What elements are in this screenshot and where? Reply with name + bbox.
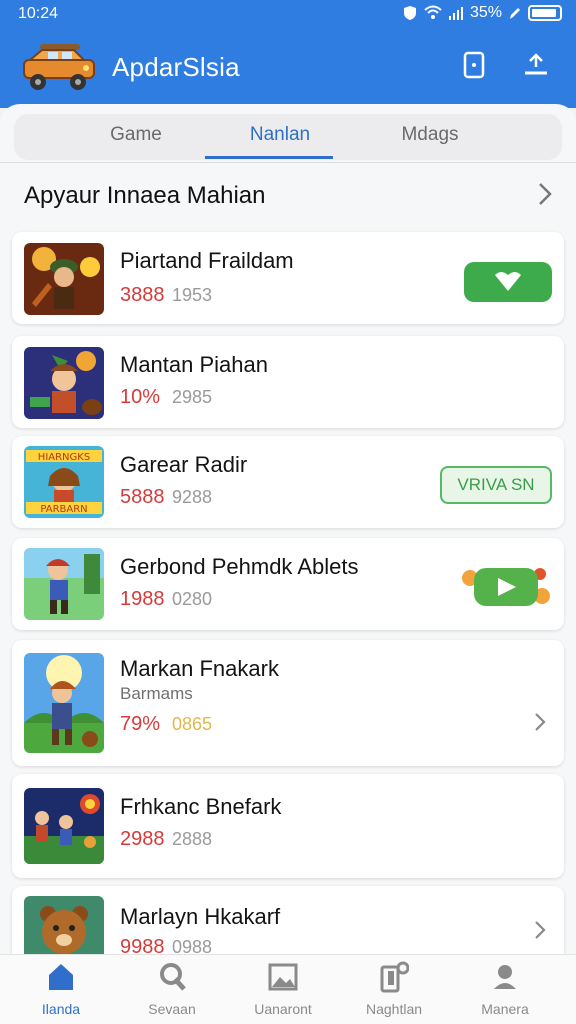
pencil-icon xyxy=(510,8,520,19)
upload-icon xyxy=(525,53,547,75)
list-item[interactable]: Markan Fnakark Barmams 79% 0865 xyxy=(12,640,564,766)
item-name: Mantan Piahan xyxy=(120,352,268,377)
svg-text:HIARNGKS: HIARNGKS xyxy=(38,452,90,463)
list-item[interactable]: Piartand Fraildam 3888 1953 xyxy=(12,232,564,324)
item-count: 0865 xyxy=(172,714,213,734)
download-button[interactable] xyxy=(464,262,552,302)
item-name: Frhkanc Bnefark xyxy=(120,794,282,819)
home-icon xyxy=(49,964,73,990)
nav-item-naghtlan[interactable]: Naghtlan xyxy=(339,961,449,1017)
nav-label: Ilanda xyxy=(41,1001,81,1017)
top-app-bar: 10:24 35% ApdarSlsia xyxy=(0,0,576,108)
device-icon xyxy=(463,51,485,79)
image-icon xyxy=(268,963,298,991)
nav-item-ilanda[interactable]: Ilanda xyxy=(6,961,116,1017)
app-title: ApdarSlsia xyxy=(112,52,240,82)
tab-mdags[interactable]: Mdags xyxy=(350,124,510,146)
list-item[interactable]: Mantan Piahan 10% 2985 xyxy=(12,336,564,428)
item-name: Markan Fnakark xyxy=(120,656,279,681)
battery-percent: 35% xyxy=(469,4,502,21)
nav-label: Sevaan xyxy=(148,1001,196,1017)
list-item[interactable]: HIARNGKS PARBARN Garear Radir 5888 9288 … xyxy=(12,436,564,528)
phone-apps-icon xyxy=(380,961,409,993)
action-button[interactable]: VRIVA SN xyxy=(440,466,552,504)
tabs-divider xyxy=(0,162,576,163)
game-thumbnail xyxy=(24,788,104,864)
item-subtitle: Barmams xyxy=(120,684,193,703)
chevron-right-icon[interactable] xyxy=(534,180,556,208)
svg-text:PARBARN: PARBARN xyxy=(40,504,87,515)
chevron-right-icon[interactable] xyxy=(532,918,548,942)
play-button[interactable] xyxy=(460,564,552,610)
tab-bar: Game Nanlan Mdags xyxy=(14,114,562,160)
chevron-right-icon[interactable] xyxy=(532,710,548,734)
status-icons: 35% xyxy=(402,4,562,22)
battery-icon xyxy=(528,5,562,21)
item-name: Gerbond Pehmdk Ablets xyxy=(120,554,359,579)
search-person-icon xyxy=(160,963,186,991)
game-thumbnail xyxy=(24,653,104,753)
nav-label: Naghtlan xyxy=(365,1001,423,1017)
nav-item-sevaan[interactable]: Sevaan xyxy=(117,961,227,1017)
game-thumbnail xyxy=(24,347,104,419)
bottom-navigation: Ilanda Sevaan Uanaront Naghtlan Manera xyxy=(0,954,576,1024)
item-percent: 3888 xyxy=(120,284,165,306)
list-item[interactable]: Frhkanc Bnefark 2988 2888 xyxy=(12,774,564,878)
game-thumbnail: HIARNGKS PARBARN xyxy=(24,446,104,518)
item-percent: 79% xyxy=(120,713,161,735)
nav-label: Uanaront xyxy=(254,1001,312,1017)
status-bar: 10:24 35% xyxy=(0,0,576,28)
tab-game[interactable]: Game xyxy=(56,124,216,146)
item-percent: 5888 xyxy=(120,486,165,508)
nav-label: Manera xyxy=(481,1001,529,1017)
item-count: 2888 xyxy=(172,829,213,849)
item-count: 9288 xyxy=(172,487,213,507)
heart-download-icon xyxy=(495,272,521,291)
game-thumbnail xyxy=(24,548,104,620)
share-button[interactable] xyxy=(522,50,550,80)
item-name: Piartand Fraildam xyxy=(120,248,294,273)
section-title: Apyaur Innaea Mahian xyxy=(24,182,266,209)
device-button[interactable] xyxy=(460,50,488,80)
item-percent: 2988 xyxy=(120,828,165,850)
item-count: 2985 xyxy=(172,387,213,407)
nav-item-manera[interactable]: Manera xyxy=(450,961,560,1017)
list-item[interactable]: Gerbond Pehmdk Ablets 1988 0280 xyxy=(12,538,564,630)
game-thumbnail xyxy=(24,243,104,315)
item-percent: 1988 xyxy=(120,588,165,610)
signal-icon xyxy=(448,7,463,20)
item-percent: 10% xyxy=(120,386,161,408)
item-name: Marlayn Hkakarf xyxy=(120,904,281,929)
item-count: 1953 xyxy=(172,285,213,305)
nav-item-uanaront[interactable]: Uanaront xyxy=(228,961,338,1017)
status-time: 10:24 xyxy=(18,5,59,22)
profile-icon xyxy=(494,965,516,989)
shield-icon xyxy=(403,6,416,20)
item-name: Garear Radir xyxy=(120,452,248,477)
content-sheet: Game Nanlan Mdags Apyaur Innaea Mahian P… xyxy=(0,104,576,976)
item-count: 0280 xyxy=(172,589,213,609)
tab-nanlan[interactable]: Nanlan xyxy=(200,124,360,146)
wifi-icon xyxy=(424,5,442,19)
active-tab-indicator xyxy=(205,156,333,159)
car-logo-icon xyxy=(23,44,95,90)
